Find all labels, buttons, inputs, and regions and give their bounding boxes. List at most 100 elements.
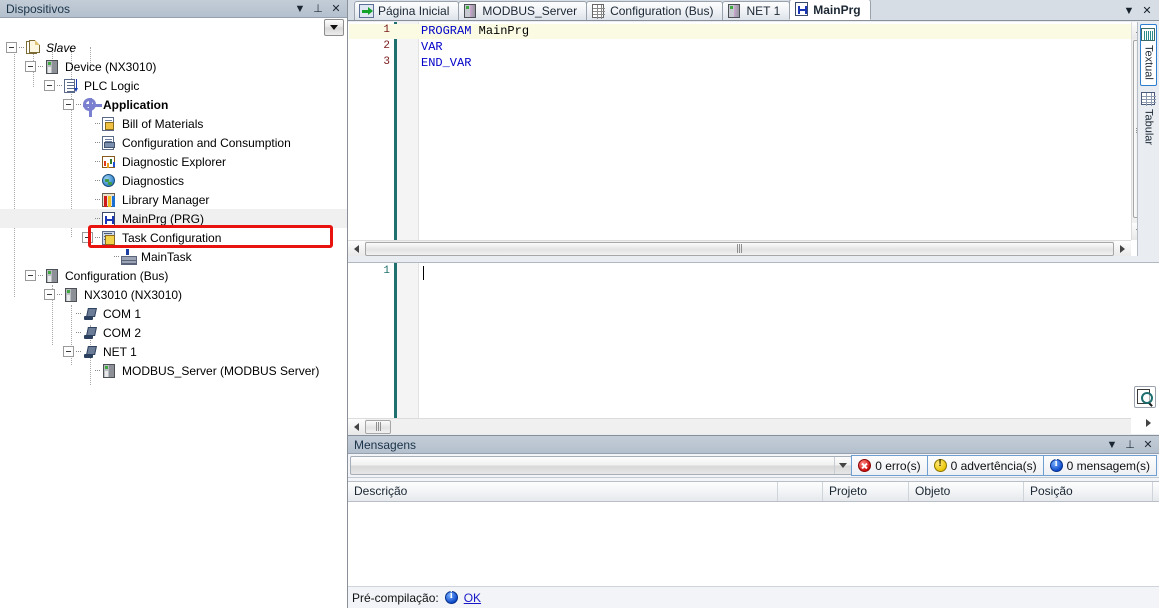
view-tab-tabular[interactable]: Tabular	[1140, 88, 1157, 151]
chevron-down-icon	[330, 25, 338, 30]
warning-counter[interactable]: 0 advertência(s)	[926, 455, 1044, 476]
declaration-horizontal-scrollbar[interactable]	[348, 240, 1131, 257]
messages-table-header: Descrição Projeto Objeto Posição	[348, 482, 1159, 502]
column-header[interactable]: Projeto	[823, 482, 909, 501]
tree-item-label: Configuration and Consumption	[122, 135, 291, 150]
diagnostic-explorer-icon	[101, 154, 117, 170]
declaration-hscroll-thumb[interactable]	[365, 241, 1114, 256]
messages-close-icon[interactable]: ✕	[1139, 437, 1157, 453]
tab-mainprg[interactable]: MainPrg	[789, 0, 871, 20]
devices-panel-caption: Dispositivos ▼ ⊥ ✕	[0, 0, 347, 18]
declaration-editor[interactable]: 1 PROGRAM MainPrg 2 VAR 3 END_VAR	[348, 22, 1159, 257]
tree-collapse-icon[interactable]	[82, 232, 93, 243]
messages-table-body[interactable]	[348, 502, 1159, 586]
messages-panel-title: Mensagens	[354, 437, 417, 452]
line-number: 2	[383, 40, 390, 52]
tree-item-net-1[interactable]: NET 1	[0, 342, 347, 361]
tree-item-label: Slave	[46, 40, 77, 55]
com-port-icon	[82, 344, 98, 360]
panel-dropdown-icon[interactable]: ▼	[291, 1, 309, 17]
declaration-code-area[interactable]: 1 PROGRAM MainPrg 2 VAR 3 END_VAR	[349, 22, 1131, 240]
com-port-icon	[82, 325, 98, 341]
tree-item-device-nx3010[interactable]: Device (NX3010)	[0, 57, 347, 76]
slave-doc-icon	[25, 39, 41, 56]
tree-item-slave[interactable]: Slave	[0, 38, 347, 57]
message-counter-label: 0 mensagem(s)	[1066, 458, 1150, 473]
tree-item-nx3010-nx3010[interactable]: NX3010 (NX3010)	[0, 285, 347, 304]
grip-icon	[737, 244, 742, 253]
scroll-left-arrow-icon[interactable]	[348, 418, 365, 435]
declaration-line[interactable]: 1 PROGRAM MainPrg	[349, 24, 1131, 39]
panel-close-icon[interactable]: ✕	[327, 1, 345, 17]
message-counter[interactable]: 0 mensagem(s)	[1042, 455, 1157, 476]
column-header[interactable]: Descrição	[348, 482, 778, 501]
tree-item-library-manager[interactable]: Library Manager	[0, 190, 347, 209]
inspect-magnifier-icon[interactable]	[1134, 386, 1156, 408]
tree-collapse-icon[interactable]	[63, 99, 74, 110]
tree-item-application[interactable]: Application	[0, 95, 347, 117]
tree-collapse-icon[interactable]	[25, 270, 36, 281]
tree-collapse-icon[interactable]	[25, 61, 36, 72]
implementation-scroll-right-arrow-icon[interactable]	[1140, 415, 1156, 431]
devices-panel-title: Dispositivos	[6, 1, 71, 16]
implementation-line[interactable]: 1	[349, 265, 1131, 280]
tab-p-gina-inicial[interactable]: Página Inicial	[354, 1, 460, 20]
tree-collapse-icon[interactable]	[44, 80, 55, 91]
device-tree[interactable]: Slave Device (NX3010) PLC Logic Application…	[0, 37, 347, 608]
tab-net-1[interactable]: NET 1	[722, 1, 791, 20]
grip-icon	[375, 422, 381, 431]
tree-item-maintask[interactable]: MainTask	[0, 247, 347, 266]
messages-toolbar: 0 erro(s) 0 advertência(s) 0 mensagem(s)	[348, 454, 1159, 478]
tree-item-mainprg-prg[interactable]: MainPrg (PRG)	[0, 209, 347, 228]
messages-dropdown-icon[interactable]: ▼	[1103, 437, 1121, 453]
column-header[interactable]: Posição	[1024, 482, 1153, 501]
view-tab-textual[interactable]: Textual	[1140, 24, 1157, 86]
tree-item-task-configuration[interactable]: Task Configuration	[0, 228, 347, 247]
configuration-consumption-icon	[101, 135, 117, 151]
messages-pin-icon[interactable]: ⊥	[1121, 437, 1139, 453]
column-header[interactable]: Objeto	[909, 482, 1024, 501]
scroll-right-arrow-icon[interactable]	[1114, 240, 1131, 257]
tabbar-dropdown-icon[interactable]: ▼	[1120, 3, 1138, 19]
tab-configuration-bus[interactable]: Configuration (Bus)	[586, 1, 724, 20]
tabular-view-icon	[1141, 91, 1156, 106]
tree-collapse-icon[interactable]	[6, 42, 17, 53]
tree-item-diagnostic-explorer[interactable]: Diagnostic Explorer	[0, 152, 347, 171]
implementation-horizontal-scrollbar[interactable]	[348, 418, 1131, 435]
bill-of-materials-icon	[101, 116, 117, 132]
devices-view-dropdown-button[interactable]	[324, 19, 344, 36]
tree-item-label: Library Manager	[122, 192, 210, 207]
precompile-ok-link[interactable]: OK	[464, 591, 481, 605]
tree-item-label: Diagnostic Explorer	[122, 154, 227, 169]
tree-item-configuration-bus[interactable]: Configuration (Bus)	[0, 266, 347, 285]
panel-pin-icon[interactable]: ⊥	[309, 1, 327, 17]
tree-item-com-1[interactable]: COM 1	[0, 304, 347, 323]
tree-item-com-2[interactable]: COM 2	[0, 323, 347, 342]
tree-collapse-icon[interactable]	[44, 289, 55, 300]
tab-label: Página Inicial	[378, 4, 450, 18]
line-text: END_VAR	[421, 56, 471, 70]
scroll-left-arrow-icon[interactable]	[348, 240, 365, 257]
declaration-line[interactable]: 3 END_VAR	[349, 56, 1131, 71]
implementation-code-area[interactable]: 1	[349, 263, 1131, 418]
chevron-down-icon[interactable]	[834, 457, 851, 474]
messages-filter-combobox[interactable]	[350, 456, 853, 475]
tree-collapse-icon[interactable]	[63, 346, 74, 357]
warning-icon	[933, 458, 947, 472]
library-manager-icon	[101, 192, 117, 208]
editor-view-tabs: Textual Tabular	[1137, 22, 1159, 256]
implementation-editor[interactable]: 1	[348, 262, 1159, 435]
tab-label: MODBUS_Server	[482, 4, 578, 18]
tree-item-modbus-server-modbus-server[interactable]: MODBUS_Server (MODBUS Server)	[0, 361, 347, 380]
devices-toolbar	[0, 18, 347, 37]
declaration-line[interactable]: 2 VAR	[349, 40, 1131, 55]
tree-item-configuration-and-consumption[interactable]: Configuration and Consumption	[0, 133, 347, 152]
tab-modbus-server[interactable]: MODBUS_Server	[458, 1, 588, 20]
error-counter[interactable]: 0 erro(s)	[851, 455, 928, 476]
implementation-hscroll-thumb[interactable]	[365, 419, 391, 434]
tree-item-diagnostics[interactable]: Diagnostics	[0, 171, 347, 190]
column-header[interactable]	[778, 482, 823, 501]
tabbar-close-icon[interactable]: ✕	[1138, 3, 1156, 19]
tree-item-plc-logic[interactable]: PLC Logic	[0, 76, 347, 95]
tree-item-bill-of-materials[interactable]: Bill of Materials	[0, 114, 347, 133]
